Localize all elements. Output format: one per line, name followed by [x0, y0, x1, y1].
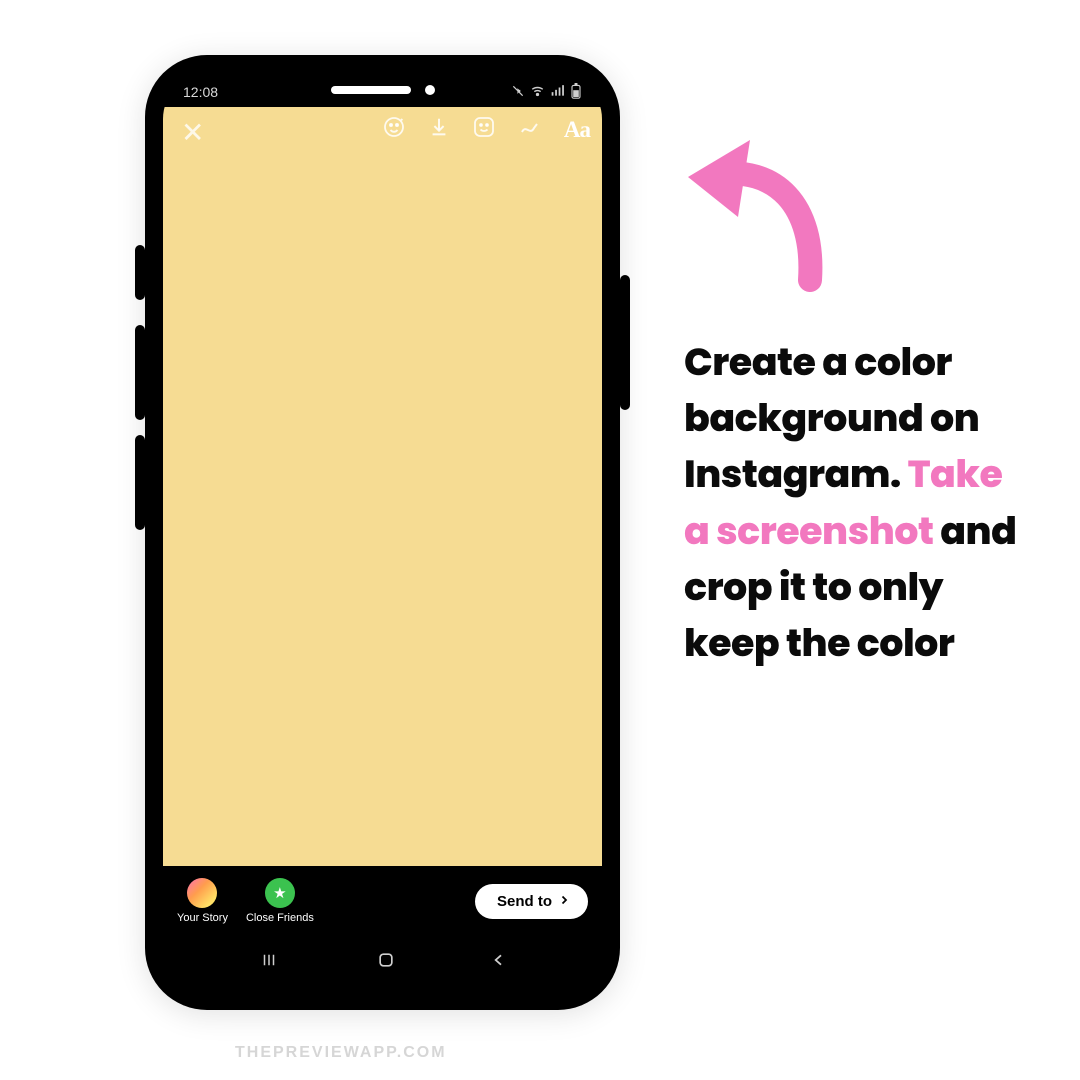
mute-icon — [511, 84, 525, 101]
phone-screen: 12:08 ✕ — [163, 73, 602, 992]
your-story-button[interactable]: Your Story — [177, 878, 228, 924]
nav-recents-icon[interactable] — [258, 951, 280, 974]
android-nav-bar — [163, 946, 602, 978]
story-bottom-bar: Your Story ★ Close Friends Send to — [163, 866, 602, 936]
status-time: 12:08 — [183, 84, 218, 100]
nav-home-icon[interactable] — [376, 950, 396, 975]
speaker — [331, 86, 411, 94]
text-tool[interactable]: Aa — [564, 118, 590, 141]
watermark: THEPREVIEWAPP.COM — [235, 1044, 447, 1062]
status-icons — [511, 83, 582, 102]
phone-frame: 12:08 ✕ — [145, 55, 620, 1010]
nav-back-icon[interactable] — [491, 951, 507, 974]
front-camera — [425, 85, 435, 95]
face-filter-icon[interactable] — [382, 115, 406, 143]
pointer-arrow — [680, 85, 850, 295]
your-story-label: Your Story — [177, 912, 228, 924]
sticker-icon[interactable] — [472, 115, 496, 143]
send-to-label: Send to — [497, 893, 552, 910]
notch — [283, 73, 483, 107]
draw-icon[interactable] — [518, 115, 542, 143]
battery-icon — [570, 83, 582, 102]
instruction-text: Create a color background on Instagram. … — [684, 335, 1024, 672]
story-toolbar: Aa — [382, 115, 590, 143]
close-friends-button[interactable]: ★ Close Friends — [246, 878, 314, 924]
side-button-1 — [135, 245, 145, 300]
close-friends-label: Close Friends — [246, 912, 314, 924]
send-to-button[interactable]: Send to — [475, 884, 588, 919]
volume-up-button — [135, 325, 145, 420]
story-canvas[interactable]: ✕ Aa — [163, 107, 602, 866]
your-story-icon — [187, 878, 217, 908]
close-icon[interactable]: ✕ — [181, 119, 204, 147]
signal-icon — [550, 84, 565, 101]
power-button — [620, 275, 630, 410]
chevron-right-icon — [558, 893, 570, 910]
download-icon[interactable] — [428, 115, 450, 143]
volume-down-button — [135, 435, 145, 530]
close-friends-icon: ★ — [265, 878, 295, 908]
wifi-icon — [530, 84, 545, 101]
